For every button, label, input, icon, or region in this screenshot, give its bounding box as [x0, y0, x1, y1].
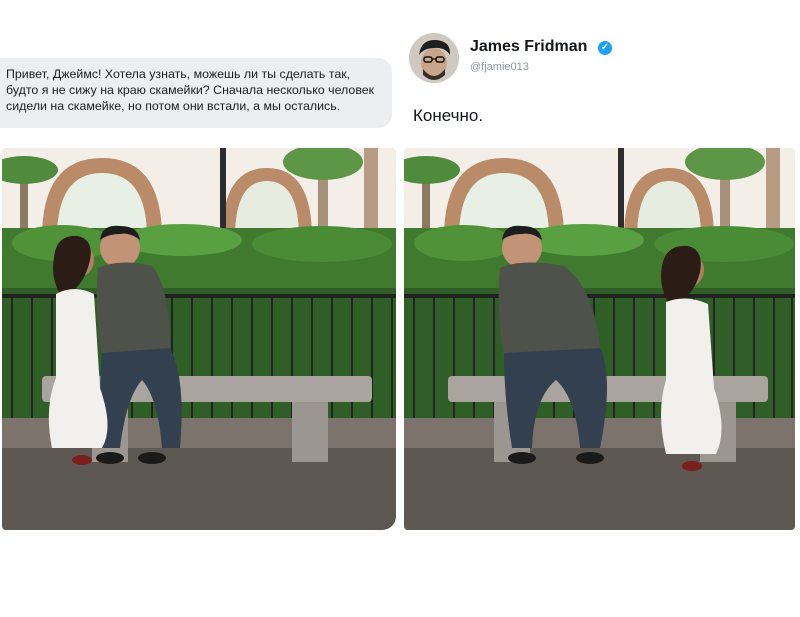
request-message-text: Привет, Джеймс! Хотела узнать, можешь ли…	[6, 67, 375, 113]
verified-badge-icon: ✓	[598, 41, 612, 55]
author-name[interactable]: James Fridman	[470, 38, 587, 56]
avatar-image	[409, 33, 459, 83]
author-avatar[interactable]	[409, 33, 459, 83]
reply-text: Конечно.	[413, 106, 484, 125]
request-message-bubble: Привет, Джеймс! Хотела узнать, можешь ли…	[0, 58, 392, 128]
edited-photo	[404, 148, 795, 530]
original-photo	[2, 148, 396, 530]
author-handle[interactable]: @fjamie013	[470, 61, 529, 73]
